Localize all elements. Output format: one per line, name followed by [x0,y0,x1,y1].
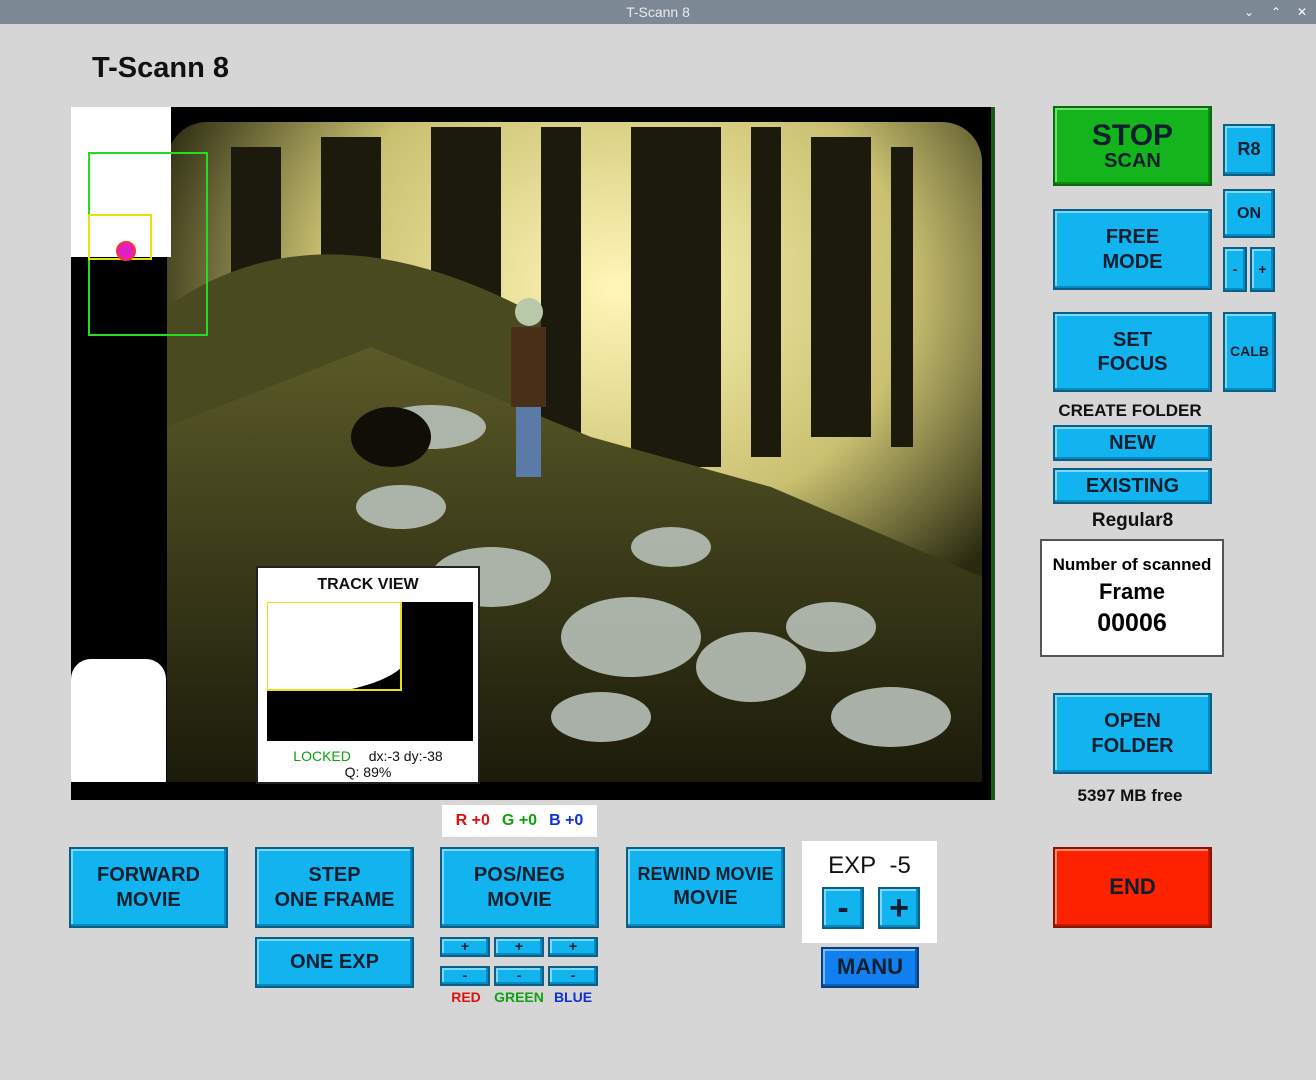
rgb-offsets: R +0 G +0 B +0 [442,805,597,837]
red-plus-button[interactable]: + [440,937,490,957]
track-dx: dx:-3 [368,748,400,764]
exposure-plus-button[interactable]: + [878,887,920,929]
calb-label: CALB [1230,343,1269,360]
forward-line1: FORWARD [97,864,200,887]
rgb-g-value: G +0 [501,812,538,829]
track-view-panel: TRACK VIEW LOCKED dx:-3 dy:-38 Q: 89% [256,566,480,784]
minus-label: - [1232,260,1238,277]
blue-minus-button[interactable]: - [548,966,598,986]
one-exp-button[interactable]: ONE EXP [255,937,414,988]
rewind-line1: REWIND MOVIE [637,864,774,885]
red-channel-label: RED [451,989,481,1005]
track-info: LOCKED dx:-3 dy:-38 Q: 89% [258,748,478,780]
blue-channel-label: BLUE [553,989,593,1005]
new-folder-button[interactable]: NEW [1053,425,1212,461]
stop-scan-line2: SCAN [1104,150,1161,172]
green-plus-label: + [514,938,524,955]
free-mode-line1: FREE [1105,226,1160,249]
set-focus-line2: FOCUS [1097,353,1168,375]
on-label: ON [1237,204,1261,222]
open-folder-button[interactable]: OPEN FOLDER [1053,693,1212,774]
exposure-label: EXP [828,852,877,879]
exposure-minus-button[interactable]: - [822,887,864,929]
close-icon[interactable]: ✕ [1297,0,1307,24]
red-plus-label: + [460,938,470,955]
track-dy: dy:-38 [403,748,443,764]
frame-preview [71,107,995,800]
step-one-frame-button[interactable]: STEP ONE FRAME [255,847,414,928]
on-button[interactable]: ON [1223,189,1275,238]
track-quality: Q: 89% [344,764,392,780]
window-titlebar: T-Scann 8 ⌄ ⌃ ✕ [0,0,1316,24]
rewind-movie-button[interactable]: REWIND MOVIE MOVIE [626,847,785,928]
app-title: T-Scann 8 [92,52,229,84]
r8-label: R8 [1237,139,1261,160]
forward-line2: MOVIE [116,888,181,911]
frame-counter-label: Frame [1098,579,1166,604]
existing-folder-label: EXISTING [1085,474,1180,497]
one-exp-label: ONE EXP [290,951,379,974]
minus-button[interactable]: - [1223,247,1247,292]
green-minus-button[interactable]: - [494,966,544,986]
blue-minus-label: - [570,967,576,984]
forward-movie-button[interactable]: FORWARD MOVIE [69,847,228,928]
exposure-panel: EXP -5 - + [802,841,937,943]
end-label: END [1109,874,1156,900]
calb-button[interactable]: CALB [1223,312,1276,392]
open-folder-line1: OPEN [1104,710,1161,733]
step-line1: STEP [308,864,361,887]
frame-counter-value: 00006 [1097,609,1167,637]
set-focus-button[interactable]: SET FOCUS [1053,312,1212,392]
r8-button[interactable]: R8 [1223,124,1275,176]
manu-label: MANU [837,954,903,980]
create-folder-label: CREATE FOLDER [1058,401,1202,420]
green-channel-label: GREEN [494,989,544,1005]
exposure-value: -5 [889,852,911,879]
window-title: T-Scann 8 [626,4,690,20]
film-frame-image [71,107,995,800]
free-mode-button[interactable]: FREE MODE [1053,209,1212,290]
plus-label: + [1258,260,1267,277]
red-minus-button[interactable]: - [440,966,490,986]
maximize-icon[interactable]: ⌃ [1271,0,1281,24]
film-type-label: Regular8 [1091,510,1174,531]
frame-counter-caption: Number of scanned [1052,555,1212,574]
free-mode-line2: MODE [1102,250,1163,273]
exposure-minus-label: - [837,889,849,927]
end-button[interactable]: END [1053,847,1212,928]
exposure-readout: EXP -5 [802,852,937,880]
green-minus-label: - [516,967,522,984]
green-plus-button[interactable]: + [494,937,544,957]
blue-plus-label: + [568,938,578,955]
red-minus-label: - [462,967,468,984]
rewind-line2: MOVIE [673,887,738,910]
track-view-title: TRACK VIEW [317,576,419,593]
stop-scan-button[interactable]: STOP SCAN [1053,106,1212,186]
free-space-label: 5397 MB free [1077,786,1183,805]
frame-counter: Number of scanned Frame 00006 [1040,539,1224,657]
manual-exposure-button[interactable]: MANU [821,947,919,988]
step-line2: ONE FRAME [274,888,395,911]
stop-scan-line1: STOP [1091,119,1174,152]
minimize-icon[interactable]: ⌄ [1244,0,1254,24]
existing-folder-button[interactable]: EXISTING [1053,468,1212,504]
exposure-plus-label: + [889,889,909,927]
open-folder-line2: FOLDER [1091,734,1174,757]
plus-button[interactable]: + [1250,247,1275,292]
posneg-line1: POS/NEG [473,864,566,887]
rgb-b-value: B +0 [549,812,584,829]
new-folder-label: NEW [1109,431,1156,454]
set-focus-line1: SET [1113,328,1152,351]
posneg-line2: MOVIE [487,888,552,911]
track-view-image [266,601,473,741]
pos-neg-movie-button[interactable]: POS/NEG MOVIE [440,847,599,928]
track-status: LOCKED [293,748,351,764]
rgb-r-value: R +0 [455,812,490,829]
blue-plus-button[interactable]: + [548,937,598,957]
